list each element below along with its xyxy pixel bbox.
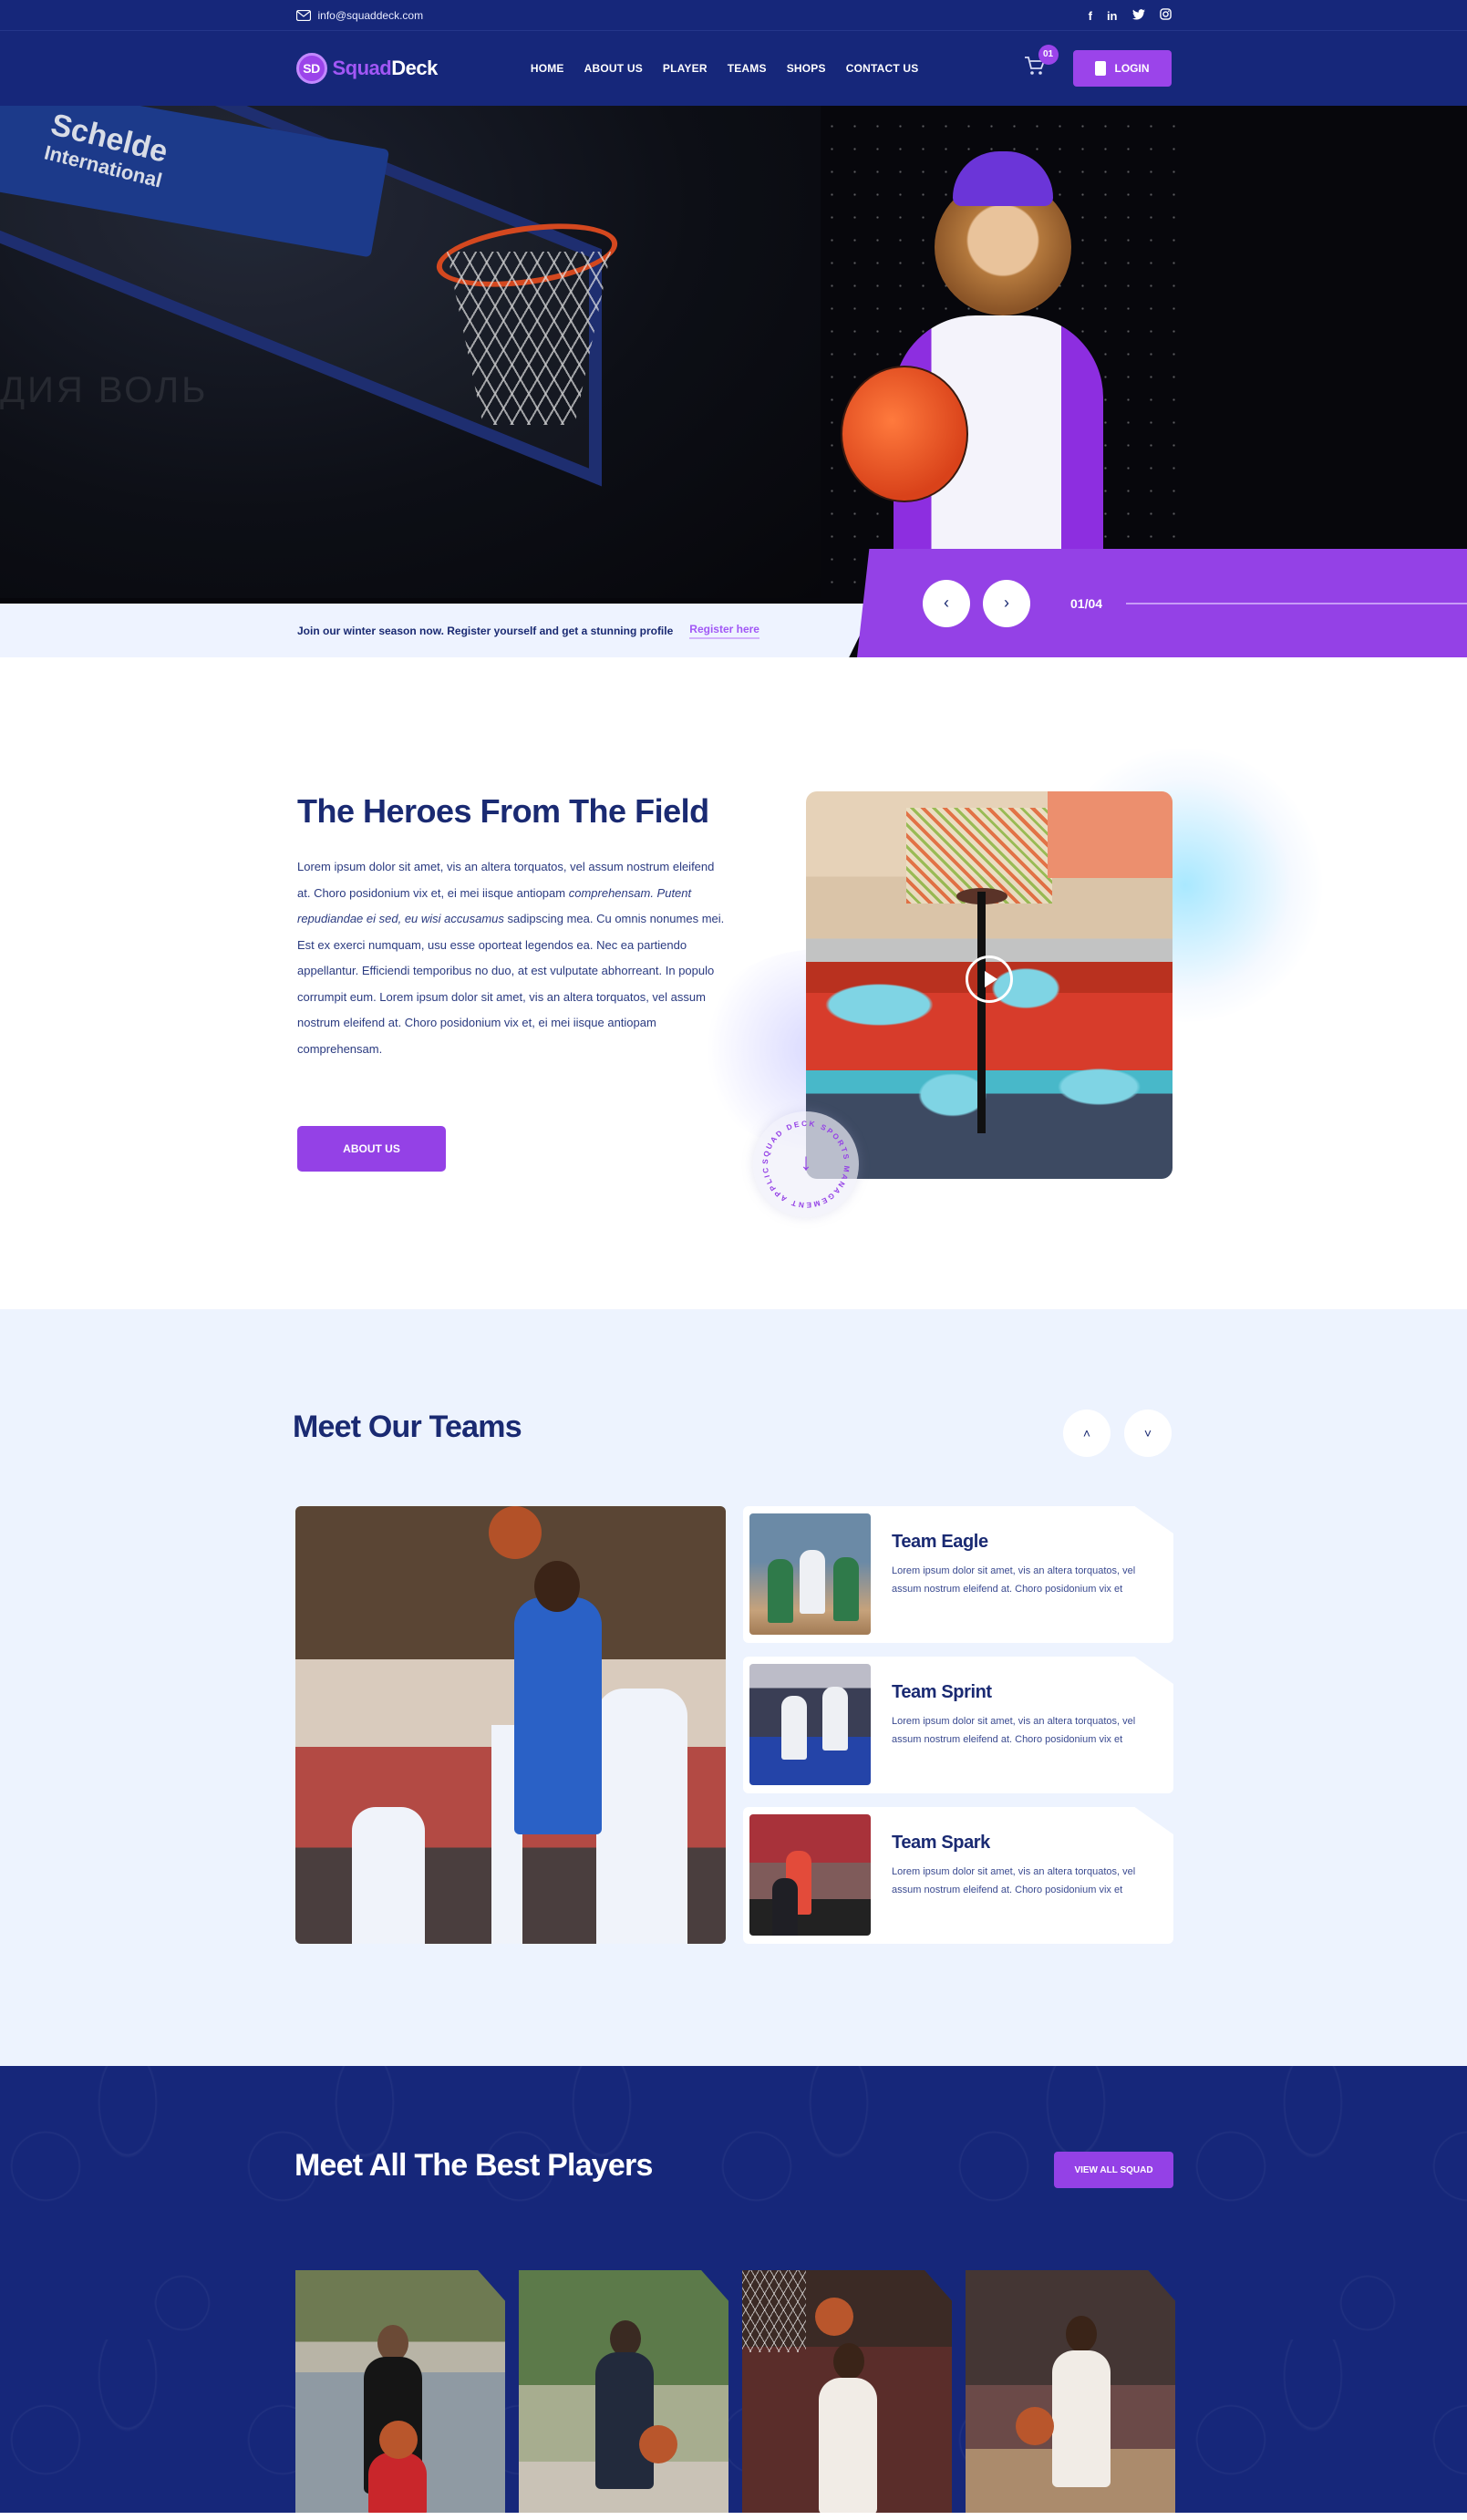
about-title: The Heroes From The Field <box>297 792 709 830</box>
team-name: Team Sprint <box>892 1682 992 1702</box>
chevron-right-icon: › <box>1004 594 1009 612</box>
player-card[interactable] <box>966 2270 1175 2513</box>
play-video-button[interactable] <box>966 955 1013 1003</box>
nav-player[interactable]: PLAYER <box>663 62 708 75</box>
view-all-squad-button[interactable]: VIEW ALL SQUAD <box>1054 2152 1173 2188</box>
team-thumbnail <box>749 1513 871 1635</box>
mail-icon <box>295 10 311 21</box>
about-body: Lorem ipsum dolor sit amet, vis an alter… <box>297 854 726 1062</box>
main-header: SD Squad Deck HOME ABOUT US PLAYER TEAMS … <box>0 31 1467 109</box>
teams-section: Meet Our Teams ˄ ˅ Team Eagle Lorem ipsu… <box>0 1309 1467 2066</box>
nav-about-us[interactable]: ABOUT US <box>584 62 643 75</box>
cart-count-badge: 01 <box>1038 44 1059 65</box>
slide-counter: 01/04 <box>1070 595 1103 611</box>
teams-up-button[interactable]: ˄ <box>1063 1410 1111 1457</box>
logo-text-deck: Deck <box>391 57 438 79</box>
hero-slider: Schelde International ДИЯ ВОЛЬ Join our … <box>0 106 1467 657</box>
facebook-icon[interactable]: f <box>1089 9 1092 23</box>
slider-controls: ‹ › 01/04 <box>857 549 1467 657</box>
player-card[interactable] <box>742 2270 952 2513</box>
slider-next-button[interactable]: › <box>983 579 1030 627</box>
player-card[interactable] <box>519 2270 728 2513</box>
team-name: Team Eagle <box>892 1532 988 1552</box>
instagram-icon[interactable] <box>1159 8 1172 23</box>
players-title: Meet All The Best Players <box>294 2148 653 2183</box>
main-nav: HOME ABOUT US PLAYER TEAMS SHOPS CONTACT… <box>531 62 919 75</box>
team-description: Lorem ipsum dolor sit amet, vis an alter… <box>892 1866 1136 1895</box>
team-description: Lorem ipsum dolor sit amet, vis an alter… <box>892 1565 1136 1595</box>
slide-track <box>1126 602 1467 604</box>
team-thumbnail <box>749 1664 871 1785</box>
login-label: LOGIN <box>1114 62 1150 75</box>
teams-title: Meet Our Teams <box>293 1410 522 1444</box>
team-card[interactable]: Team Eagle Lorem ipsum dolor sit amet, v… <box>743 1506 1173 1643</box>
about-body-text: sadipscing mea. Cu omnis nonumes mei. Es… <box>297 912 725 1056</box>
team-description: Lorem ipsum dolor sit amet, vis an alter… <box>892 1716 1136 1745</box>
team-list: Team Eagle Lorem ipsum dolor sit amet, v… <box>743 1506 1173 1957</box>
about-section: The Heroes From The Field Lorem ipsum do… <box>0 657 1467 1309</box>
team-name: Team Spark <box>892 1833 990 1853</box>
promo-text: Join our winter season now. Register you… <box>297 624 674 637</box>
cart-button[interactable]: 01 <box>1024 44 1059 82</box>
hero-background-text: ДИЯ ВОЛЬ <box>0 370 209 410</box>
logo-text-squad: Squad <box>332 57 392 79</box>
nav-home[interactable]: HOME <box>531 62 564 75</box>
nav-teams[interactable]: TEAMS <box>728 62 767 75</box>
chevron-up-icon: ˄ <box>1082 1426 1091 1441</box>
register-link[interactable]: Register here <box>689 623 759 639</box>
contact-email[interactable]: info@squaddeck.com <box>295 9 424 22</box>
player-card[interactable] <box>295 2270 505 2513</box>
twitter-icon[interactable] <box>1131 8 1145 23</box>
chevron-down-icon: ˅ <box>1143 1426 1152 1441</box>
players-section: Meet All The Best Players VIEW ALL SQUAD <box>0 2066 1467 2513</box>
login-icon <box>1094 61 1106 76</box>
nav-shops[interactable]: SHOPS <box>787 62 826 75</box>
top-bar: info@squaddeck.com f in <box>0 0 1467 31</box>
team-card[interactable]: Team Sprint Lorem ipsum dolor sit amet, … <box>743 1657 1173 1793</box>
team-featured-image <box>295 1506 726 1944</box>
team-thumbnail <box>749 1814 871 1936</box>
login-button[interactable]: LOGIN <box>1072 50 1172 87</box>
chevron-left-icon: ‹ <box>944 594 949 612</box>
social-links: f in <box>1089 8 1172 23</box>
logo-mark-icon: SD <box>295 53 327 84</box>
logo[interactable]: SD Squad Deck <box>295 53 438 84</box>
linkedin-icon[interactable]: in <box>1107 9 1118 23</box>
player-hoop-net <box>742 2270 806 2352</box>
hero-promo-strip: Join our winter season now. Register you… <box>0 604 875 657</box>
about-us-button[interactable]: ABOUT US <box>297 1126 446 1172</box>
teams-down-button[interactable]: ˅ <box>1124 1410 1172 1457</box>
team-card[interactable]: Team Spark Lorem ipsum dolor sit amet, v… <box>743 1807 1173 1944</box>
about-video-thumbnail[interactable] <box>806 791 1173 1179</box>
scroll-down-badge[interactable]: SQUAD DECK SPORTS MANAGEMENT APPLICATION… <box>753 1111 859 1217</box>
slider-prev-button[interactable]: ‹ <box>923 579 970 627</box>
arrow-down-icon: ↓ <box>800 1148 812 1175</box>
email-text: info@squaddeck.com <box>317 9 424 22</box>
nav-contact-us[interactable]: CONTACT US <box>846 62 919 75</box>
